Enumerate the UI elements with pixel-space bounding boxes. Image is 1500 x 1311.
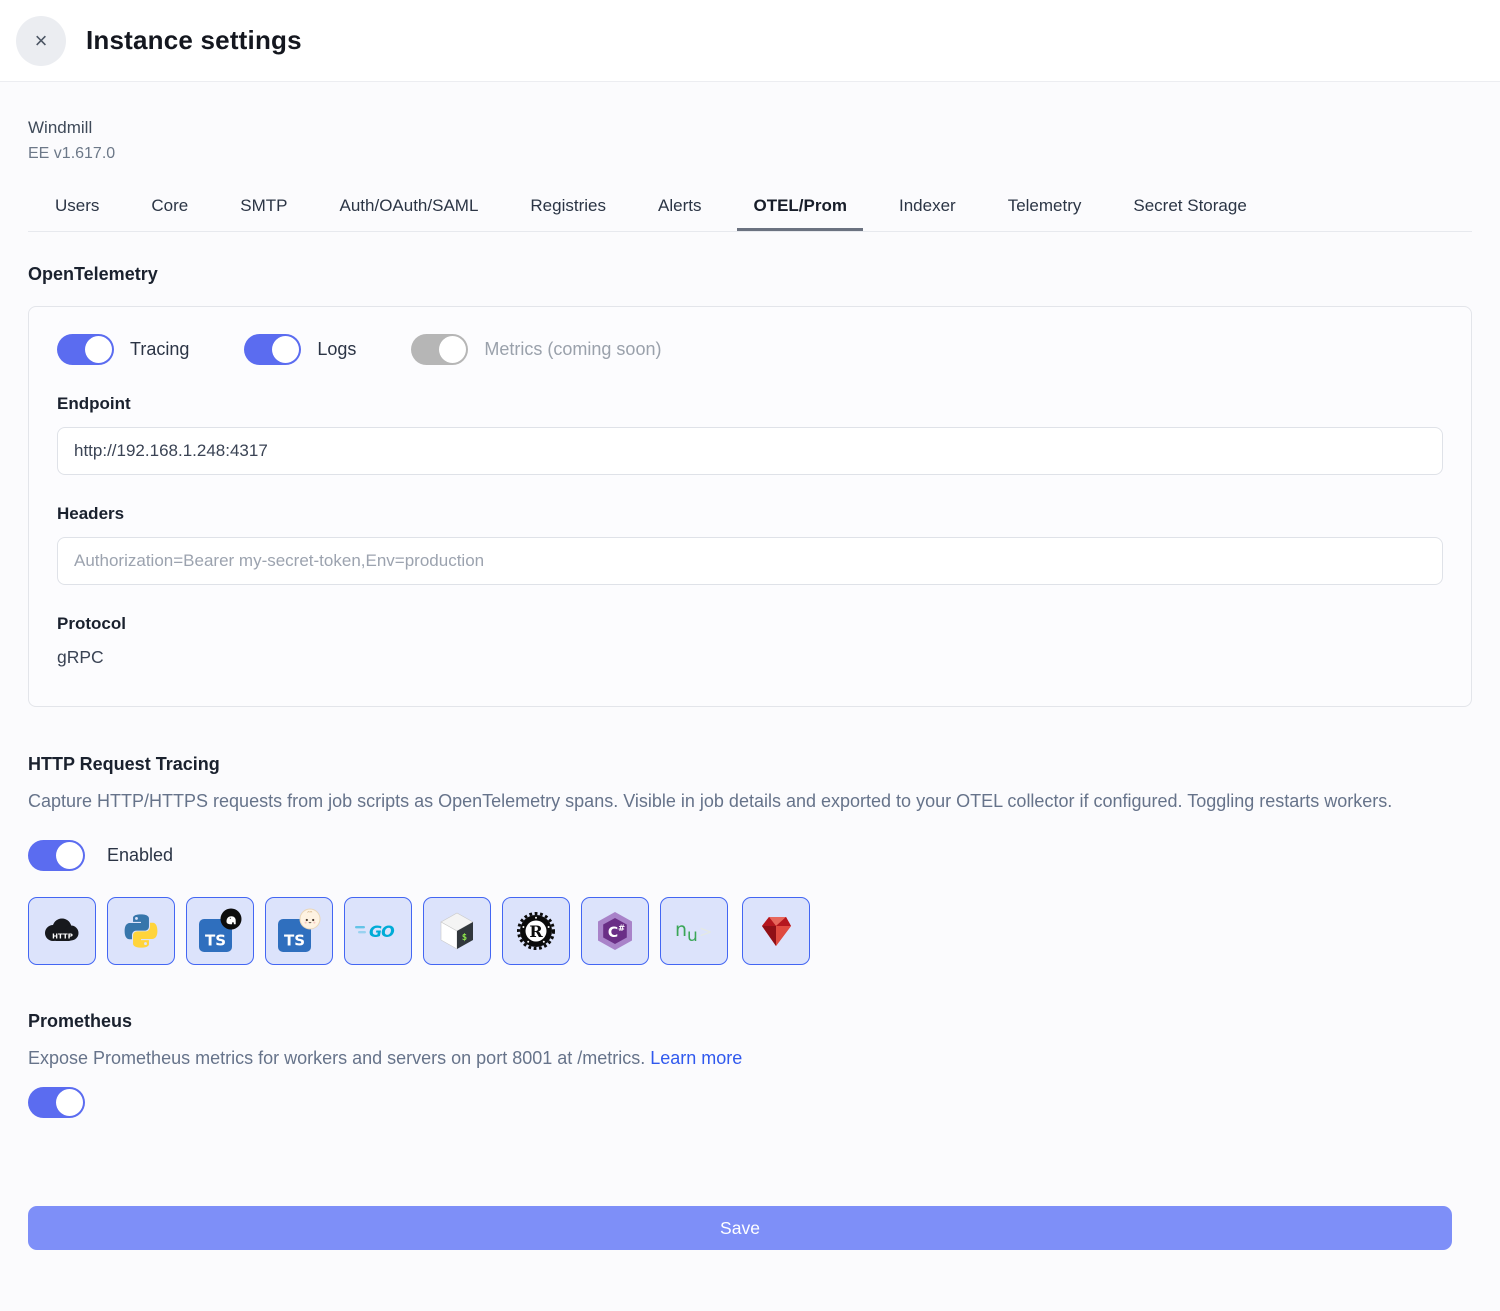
toggle-knob: [439, 336, 466, 363]
endpoint-label: Endpoint: [57, 394, 1443, 414]
toggle-knob: [56, 842, 83, 869]
tab-core[interactable]: Core: [151, 196, 188, 231]
protocol-label: Protocol: [57, 614, 1443, 634]
svg-text:$: $: [462, 933, 467, 943]
lang-typescript-deno-button[interactable]: TS: [186, 897, 254, 965]
metrics-toggle-label: Metrics (coming soon): [484, 339, 661, 360]
toggle-knob: [85, 336, 112, 363]
http-tracing-enabled-toggle[interactable]: [28, 840, 85, 871]
tab-telemetry[interactable]: Telemetry: [1008, 196, 1082, 231]
save-button[interactable]: Save: [28, 1206, 1452, 1250]
tracing-toggle[interactable]: [57, 334, 114, 365]
http-icon: HTTP: [39, 915, 85, 947]
tab-auth-oauth-saml[interactable]: Auth/OAuth/SAML: [340, 196, 479, 231]
http-tracing-enabled-label: Enabled: [107, 845, 173, 866]
svg-text:C: C: [608, 925, 618, 941]
close-icon: ×: [35, 28, 48, 54]
toggle-knob: [56, 1089, 83, 1116]
logs-toggle[interactable]: [244, 334, 301, 365]
opentelemetry-panel: Tracing Logs Metrics (coming soon) Endpo…: [28, 306, 1472, 707]
svg-text:#: #: [618, 924, 625, 934]
dialog-body: Windmill EE v1.617.0 Users Core SMTP Aut…: [0, 118, 1500, 1250]
headers-label: Headers: [57, 504, 1443, 524]
http-request-tracing-title: HTTP Request Tracing: [28, 754, 1472, 775]
svg-text:TS: TS: [284, 932, 305, 950]
svg-text:HTTP: HTTP: [52, 933, 73, 941]
lang-python-button[interactable]: [107, 897, 175, 965]
go-icon: GO: [355, 918, 401, 944]
svg-text:u: u: [687, 926, 698, 946]
tracing-toggle-label: Tracing: [130, 339, 189, 360]
nushell-icon: n u >: [672, 915, 716, 947]
settings-tabs: Users Core SMTP Auth/OAuth/SAML Registri…: [28, 196, 1472, 232]
lang-rust-button[interactable]: R: [502, 897, 570, 965]
prometheus-title: Prometheus: [28, 1011, 1472, 1032]
lang-http-button[interactable]: HTTP: [28, 897, 96, 965]
svg-text:>: >: [699, 922, 712, 941]
svg-text:n: n: [675, 919, 687, 941]
svg-text:R: R: [529, 922, 543, 941]
protocol-value: gRPC: [57, 647, 1443, 668]
toggle-knob: [272, 336, 299, 363]
metrics-toggle: [411, 334, 468, 365]
tab-indexer[interactable]: Indexer: [899, 196, 956, 231]
lang-go-button[interactable]: GO: [344, 897, 412, 965]
bash-icon: $: [436, 910, 478, 952]
learn-more-link[interactable]: Learn more: [650, 1048, 742, 1068]
prometheus-description: Expose Prometheus metrics for workers an…: [28, 1048, 1472, 1069]
rust-icon: R: [515, 910, 557, 952]
ruby-icon: [755, 912, 797, 950]
python-icon: [122, 912, 160, 950]
prometheus-toggle[interactable]: [28, 1087, 85, 1118]
lang-ruby-button[interactable]: [742, 897, 810, 965]
tab-registries[interactable]: Registries: [530, 196, 606, 231]
svg-text:GO: GO: [369, 922, 395, 941]
endpoint-input[interactable]: [57, 427, 1443, 475]
headers-input[interactable]: [57, 537, 1443, 585]
typescript-bun-icon: TS: [276, 908, 322, 954]
lang-bash-button[interactable]: $: [423, 897, 491, 965]
csharp-icon: C #: [594, 910, 636, 952]
tab-smtp[interactable]: SMTP: [240, 196, 287, 231]
tab-secret-storage[interactable]: Secret Storage: [1133, 196, 1246, 231]
page-title: Instance settings: [86, 25, 302, 56]
language-selector-row: HTTP TS TS: [28, 897, 1472, 965]
lang-typescript-bun-button[interactable]: TS: [265, 897, 333, 965]
typescript-deno-icon: TS: [197, 908, 243, 954]
dialog-header: × Instance settings: [0, 0, 1500, 82]
logs-toggle-label: Logs: [317, 339, 356, 360]
http-request-tracing-description: Capture HTTP/HTTPS requests from job scr…: [28, 788, 1458, 815]
lang-csharp-button[interactable]: C #: [581, 897, 649, 965]
prometheus-description-text: Expose Prometheus metrics for workers an…: [28, 1048, 645, 1068]
svg-text:TS: TS: [205, 932, 226, 950]
tab-otel-prom[interactable]: OTEL/Prom: [737, 196, 863, 231]
tab-alerts[interactable]: Alerts: [658, 196, 701, 231]
app-version: EE v1.617.0: [28, 145, 1472, 163]
app-name: Windmill: [28, 118, 1472, 138]
opentelemetry-section-title: OpenTelemetry: [28, 264, 1472, 285]
lang-nushell-button[interactable]: n u >: [660, 897, 728, 965]
tab-users[interactable]: Users: [55, 196, 99, 231]
close-button[interactable]: ×: [16, 16, 66, 66]
